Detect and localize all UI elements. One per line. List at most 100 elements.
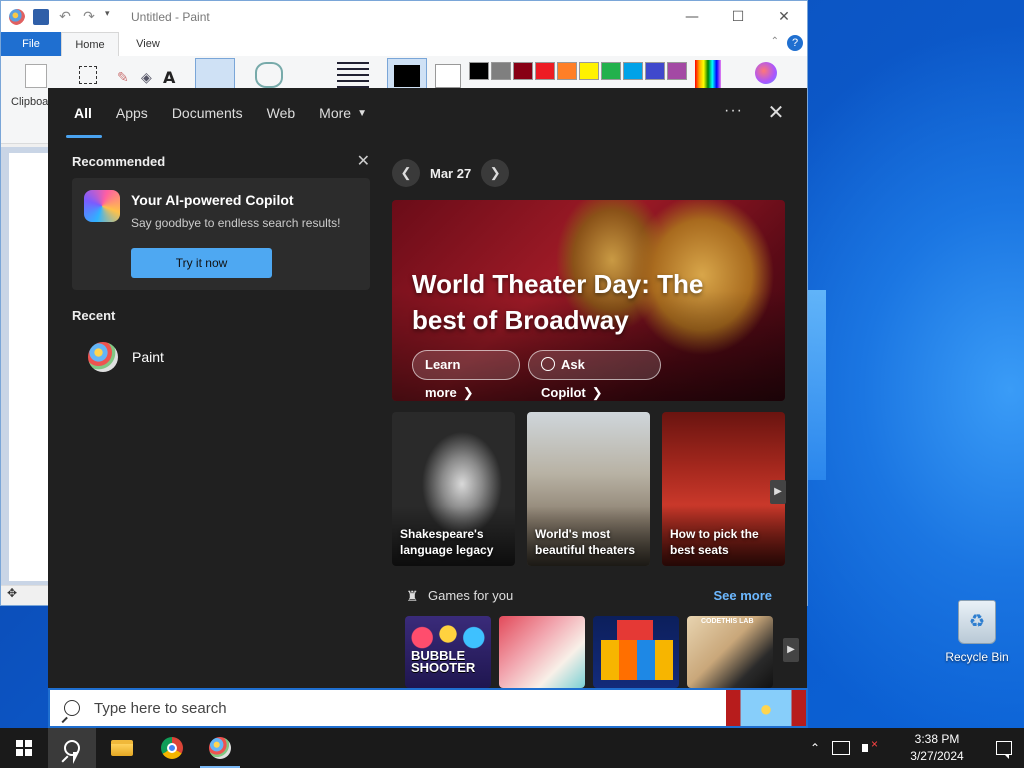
search-box[interactable] (48, 688, 808, 728)
canvas-area (1, 147, 49, 587)
hero-card[interactable]: World Theater Day: The best of Broadway … (392, 200, 785, 401)
tab-all[interactable]: All (62, 88, 104, 138)
paint3d-icon[interactable] (755, 62, 777, 84)
chrome-icon (161, 737, 183, 759)
save-icon[interactable] (33, 8, 49, 25)
story-card[interactable]: Shakespeare's language legacy (392, 412, 515, 566)
search-highlight-image[interactable] (726, 690, 806, 726)
size-icon[interactable] (337, 62, 369, 88)
redo-icon[interactable]: ↷ (81, 9, 97, 25)
network-icon[interactable] (832, 741, 850, 755)
color-swatch[interactable] (491, 62, 511, 80)
color-swatch[interactable] (557, 62, 577, 80)
tab-home[interactable]: Home (61, 32, 119, 56)
color-swatch[interactable] (667, 62, 687, 80)
tab-file[interactable]: File (1, 32, 61, 56)
color-swatch[interactable] (645, 62, 665, 80)
games-title-label: Games for you (428, 588, 514, 603)
date-label: Mar 27 (430, 165, 472, 181)
paint-icon (209, 737, 231, 759)
taskbar-file-explorer[interactable] (98, 728, 146, 768)
chevron-right-icon: ❯ (591, 385, 603, 400)
next-date-icon[interactable]: ❯ (481, 159, 510, 187)
taskbar-search-button[interactable] (48, 728, 96, 768)
maximize-icon[interactable]: ☐ (715, 9, 761, 25)
games-row: BUBBLE SHOOTER CODETHIS LAB ▶ (405, 616, 799, 688)
select-icon[interactable] (79, 66, 97, 84)
copilot-card: Your AI-powered Copilot Say goodbye to e… (72, 178, 370, 290)
start-button[interactable] (0, 728, 48, 768)
paint-app-icon[interactable] (9, 8, 25, 25)
story-card[interactable]: How to pick the best seats (662, 412, 785, 566)
game-tile-brand: CODETHIS LAB (701, 618, 754, 625)
ribbon-tabs: File Home View ⌃ ? (1, 32, 807, 56)
learn-more-button[interactable]: Learn more ❯ (412, 350, 520, 400)
tab-apps[interactable]: Apps (104, 88, 160, 138)
try-it-now-button[interactable]: Try it now (131, 248, 272, 278)
story-card-caption: How to pick the best seats (670, 527, 759, 557)
fill-icon[interactable]: ◈ (141, 70, 159, 88)
text-tool-icon[interactable]: A (163, 68, 181, 87)
drawing-canvas[interactable] (9, 153, 49, 581)
story-card[interactable]: World's most beautiful theaters (527, 412, 650, 566)
undo-icon[interactable]: ↶ (57, 9, 73, 25)
taskbar-paint[interactable] (196, 728, 244, 768)
learn-more-label: Learn more (425, 357, 461, 400)
paint-window-title: Untitled - Paint (131, 9, 210, 24)
mouse-cursor-icon (73, 752, 79, 764)
tab-documents[interactable]: Documents (160, 88, 255, 138)
ask-copilot-button[interactable]: Ask Copilot ❯ (528, 350, 661, 400)
customize-toolbar-icon[interactable]: ▾ (105, 9, 121, 25)
clock[interactable]: 3:38 PM 3/27/2024 (894, 731, 980, 765)
taskbar: ⌃ 3:38 PM 3/27/2024 (0, 728, 1024, 768)
color2-swatch[interactable] (435, 64, 461, 88)
paste-icon[interactable] (25, 64, 47, 88)
close-icon[interactable]: ✕ (764, 100, 788, 125)
game-tile-blocks[interactable] (593, 616, 679, 688)
game-tile[interactable] (499, 616, 585, 688)
more-options-icon[interactable]: ··· (724, 102, 743, 120)
copilot-title: Your AI-powered Copilot (131, 192, 294, 208)
color-swatch[interactable] (601, 62, 621, 80)
paint-icon (88, 342, 118, 372)
color-swatch[interactable] (579, 62, 599, 80)
dismiss-recommended-icon[interactable]: ✕ (357, 151, 370, 171)
color-swatch[interactable] (535, 62, 555, 80)
see-more-link[interactable]: See more (713, 588, 772, 603)
minimize-icon[interactable]: — (669, 9, 715, 25)
game-tile-label: BUBBLE SHOOTER (411, 648, 476, 675)
previous-date-icon[interactable]: ❮ (392, 159, 420, 187)
taskbar-chrome[interactable] (148, 728, 196, 768)
recycle-bin[interactable]: Recycle Bin (940, 600, 1014, 664)
shapes-icon[interactable] (255, 62, 283, 88)
block-shape (617, 620, 653, 640)
games-next-icon[interactable]: ▶ (783, 638, 799, 662)
cards-next-icon[interactable]: ▶ (770, 480, 786, 504)
help-icon[interactable]: ? (787, 35, 803, 51)
tab-view[interactable]: View (119, 32, 177, 56)
block-shape (601, 640, 673, 680)
chevron-right-icon: ❯ (462, 385, 474, 400)
color1-swatch[interactable] (387, 58, 427, 92)
close-icon[interactable]: ✕ (761, 9, 807, 25)
tab-more[interactable]: More ▼ (307, 88, 379, 138)
edit-colors-icon[interactable] (695, 60, 721, 88)
search-panel: All Apps Documents Web More ▼ ··· ✕ Reco… (48, 88, 807, 688)
color-swatch[interactable] (469, 62, 489, 80)
volume-muted-icon[interactable] (862, 737, 878, 755)
recent-item-paint[interactable]: Paint (72, 337, 370, 377)
pencil-icon[interactable]: ✎ (117, 70, 135, 88)
tab-web[interactable]: Web (255, 88, 308, 138)
system-tray: ⌃ 3:38 PM 3/27/2024 (804, 728, 1024, 768)
brushes-icon[interactable] (195, 58, 235, 92)
game-tile-chess[interactable]: CODETHIS LAB (687, 616, 773, 688)
collapse-ribbon-icon[interactable]: ⌃ (771, 36, 779, 47)
color-swatch[interactable] (623, 62, 643, 80)
notifications-button[interactable] (984, 728, 1024, 768)
show-hidden-icons-icon[interactable]: ⌃ (804, 741, 826, 755)
search-input[interactable] (94, 699, 694, 717)
color-swatch[interactable] (513, 62, 533, 80)
notification-icon (996, 741, 1012, 759)
game-tile-bubble-shooter[interactable]: BUBBLE SHOOTER (405, 616, 491, 688)
games-icon: ♜ (406, 587, 419, 604)
